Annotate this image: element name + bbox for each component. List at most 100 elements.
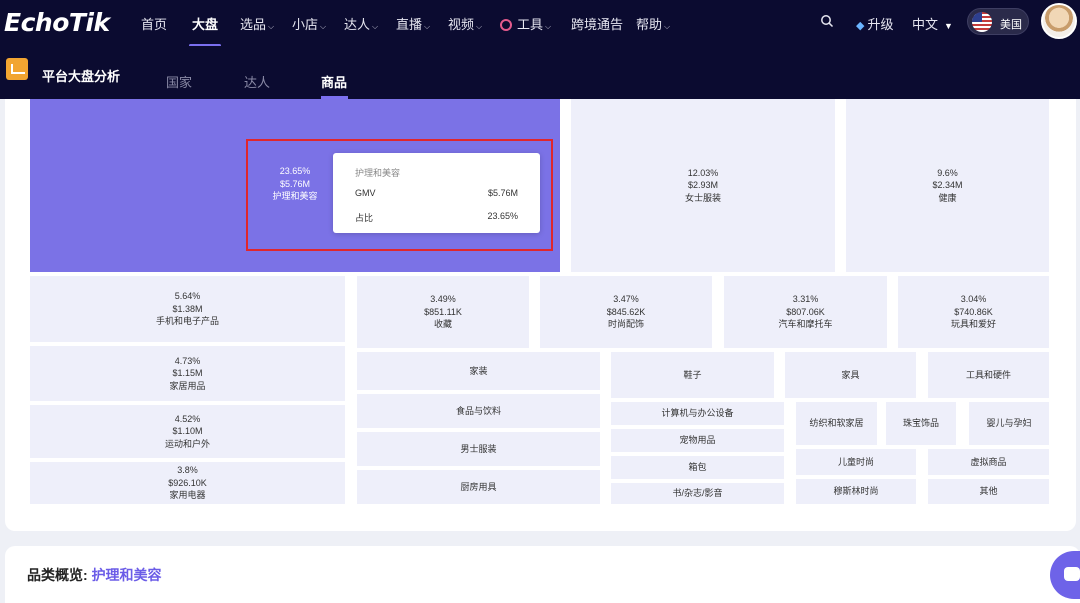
user-avatar[interactable] <box>1041 3 1077 39</box>
nav-influencer[interactable]: 达人 ⌵ <box>344 14 378 33</box>
cell-name: 珠宝饰品 <box>902 418 939 429</box>
treemap-cell-home-appliances[interactable]: 3.8% $926.10K 家用电器 <box>30 462 345 504</box>
cell-gmv: $2.34M <box>932 180 963 191</box>
us-flag-icon <box>972 12 992 32</box>
treemap-cell-textiles[interactable]: 纺织和软家居 <box>796 402 877 445</box>
treemap-cell-automotive[interactable]: 3.31% $807.06K 汽车和摩托车 <box>724 276 887 348</box>
region-label: 美国 <box>1000 19 1022 31</box>
treemap-cell-fashion-accessories[interactable]: 3.47% $845.62K 时尚配饰 <box>540 276 712 348</box>
caret-down-icon: ▼ <box>944 21 953 31</box>
treemap-cell-home-improvement[interactable]: 家装 <box>357 352 600 390</box>
nav-video[interactable]: 视频 ⌵ <box>448 14 482 33</box>
treemap-cell-pet-supplies[interactable]: 宠物用品 <box>611 429 784 452</box>
treemap-cell-jewelry[interactable]: 珠宝饰品 <box>886 402 956 445</box>
chevron-down-icon: ⌵ <box>545 22 552 31</box>
cell-name: 男士服装 <box>460 443 497 454</box>
cell-name: 时尚配饰 <box>607 319 644 330</box>
treemap-cell-luggage[interactable]: 箱包 <box>611 456 784 479</box>
cell-name: 儿童时尚 <box>837 456 874 467</box>
nav-market-label: 大盘 <box>192 17 219 32</box>
region-select[interactable]: 美国 <box>967 8 1029 35</box>
chevron-down-icon: ⌵ <box>424 22 431 31</box>
cell-pct: 3.49% <box>430 294 456 305</box>
cell-name: 工具和硬件 <box>965 369 1011 380</box>
cell-name: 家具 <box>841 369 860 380</box>
treemap-cell-health[interactable]: 9.6% $2.34M 健康 <box>846 99 1049 272</box>
treemap-cell-shoes[interactable]: 鞋子 <box>611 352 774 398</box>
tab-country[interactable]: 国家 <box>166 72 192 91</box>
nav-live-label: 直播 <box>396 17 423 32</box>
treemap-cell-tools-hardware[interactable]: 工具和硬件 <box>928 352 1049 398</box>
overview-label: 品类概览: <box>27 567 88 583</box>
cell-gmv: $807.06K <box>786 306 825 317</box>
top-nav: EchoTik 首页 大盘 选品 ⌵ 小店 ⌵ 达人 ⌵ 直播 ⌵ 视频 ⌵ 工具 ⌵ 跨境… <box>0 0 1080 47</box>
cell-pct: 4.52% <box>174 413 201 424</box>
upgrade-button[interactable]: ◆ 升级 <box>856 14 893 33</box>
nav-video-label: 视频 <box>448 17 475 32</box>
treemap-cell-furniture[interactable]: 家具 <box>785 352 916 398</box>
cell-name: 女士服装 <box>684 192 721 203</box>
cell-name: 食品与饮料 <box>455 405 501 416</box>
cell-name: 计算机与办公设备 <box>661 408 734 419</box>
treemap-cell-computers-office[interactable]: 计算机与办公设备 <box>611 402 784 425</box>
treemap-cell-food-beverage[interactable]: 食品与饮料 <box>357 394 600 428</box>
nav-home[interactable]: 首页 <box>141 14 167 33</box>
language-select[interactable]: 中文 ▼ <box>912 14 953 33</box>
tooltip-key: 占比 <box>355 213 374 223</box>
cell-gmv: $926.10K <box>168 477 207 488</box>
cell-name: 玩具和爱好 <box>950 319 996 330</box>
chevron-down-icon: ⌵ <box>372 22 379 31</box>
cell-gmv: $845.62K <box>606 306 646 317</box>
cell-pct: 3.04% <box>960 294 987 305</box>
search-icon[interactable] <box>820 14 834 28</box>
cell-gmv: $2.93M <box>687 180 719 191</box>
treemap-cell-virtual-goods[interactable]: 虚拟商品 <box>928 449 1049 475</box>
treemap-cell-books-media[interactable]: 书/杂志/影音 <box>611 483 784 504</box>
cell-name: 箱包 <box>688 462 707 473</box>
cell-pct: 5.64% <box>174 291 201 302</box>
nav-product-selection-label: 选品 <box>240 17 267 32</box>
treemap-cell-electronics[interactable]: 5.64% $1.38M 手机和电子产品 <box>30 276 345 342</box>
treemap-cell-collectibles[interactable]: 3.49% $851.11K 收藏 <box>357 276 529 348</box>
cell-gmv: $740.86K <box>954 306 993 317</box>
chevron-down-icon: ⌵ <box>664 22 671 31</box>
tooltip-value: $5.76M <box>487 188 518 198</box>
nav-product-selection[interactable]: 选品 ⌵ <box>240 14 274 33</box>
tab-influencer[interactable]: 达人 <box>244 72 270 91</box>
cell-name: 汽车和摩托车 <box>778 319 833 330</box>
treemap-cell-mens-clothing[interactable]: 男士服装 <box>357 432 600 466</box>
tab-product[interactable]: 商品 <box>321 72 347 91</box>
nav-shop[interactable]: 小店 ⌵ <box>292 14 326 33</box>
diamond-icon: ◆ <box>856 20 865 32</box>
treemap-cell-home-supplies[interactable]: 4.73% $1.15M 家居用品 <box>30 346 345 401</box>
nav-influencer-label: 达人 <box>344 17 371 32</box>
treemap-cell-kids-fashion[interactable]: 儿童时尚 <box>796 449 916 475</box>
treemap-cell-toys[interactable]: 3.04% $740.86K 玩具和爱好 <box>898 276 1049 348</box>
treemap-cell-baby-maternity[interactable]: 婴儿与孕妇 <box>969 402 1049 445</box>
cell-name: 婴儿与孕妇 <box>986 418 1032 429</box>
nav-help[interactable]: 帮助 ⌵ <box>636 14 670 33</box>
treemap-cell-womens-clothing[interactable]: 12.03% $2.93M 女士服装 <box>571 99 835 272</box>
cell-pct: 12.03% <box>687 167 719 178</box>
tooltip-title: 护理和美容 <box>355 168 401 178</box>
cell-gmv: $1.10M <box>172 426 203 437</box>
cell-name: 家装 <box>469 365 488 376</box>
cell-gmv: $851.11K <box>424 306 462 317</box>
cell-name: 虚拟商品 <box>970 456 1007 467</box>
treemap-cell-kitchenware[interactable]: 厨房用具 <box>357 470 600 504</box>
chevron-down-icon: ⌵ <box>320 22 327 31</box>
echotik-logo[interactable]: EchoTik <box>4 8 110 37</box>
nav-tools[interactable]: 工具 ⌵ <box>500 14 551 33</box>
nav-market[interactable]: 大盘 <box>192 14 218 33</box>
nav-cross-border-notice[interactable]: 跨境通告 <box>571 14 623 33</box>
cell-name: 家居用品 <box>169 380 206 391</box>
cell-pct: 9.6% <box>937 167 958 178</box>
treemap-cell-sports-outdoor[interactable]: 4.52% $1.10M 运动和户外 <box>30 405 345 458</box>
nav-cross-border-notice-label: 跨境通告 <box>571 17 624 32</box>
cell-pct: 4.73% <box>174 355 201 366</box>
overview-card <box>5 546 1080 603</box>
cell-gmv: $1.15M <box>172 368 203 379</box>
treemap-cell-muslim-fashion[interactable]: 穆斯林时尚 <box>796 479 916 504</box>
nav-live[interactable]: 直播 ⌵ <box>396 14 430 33</box>
treemap-cell-other[interactable]: 其他 <box>928 479 1049 504</box>
